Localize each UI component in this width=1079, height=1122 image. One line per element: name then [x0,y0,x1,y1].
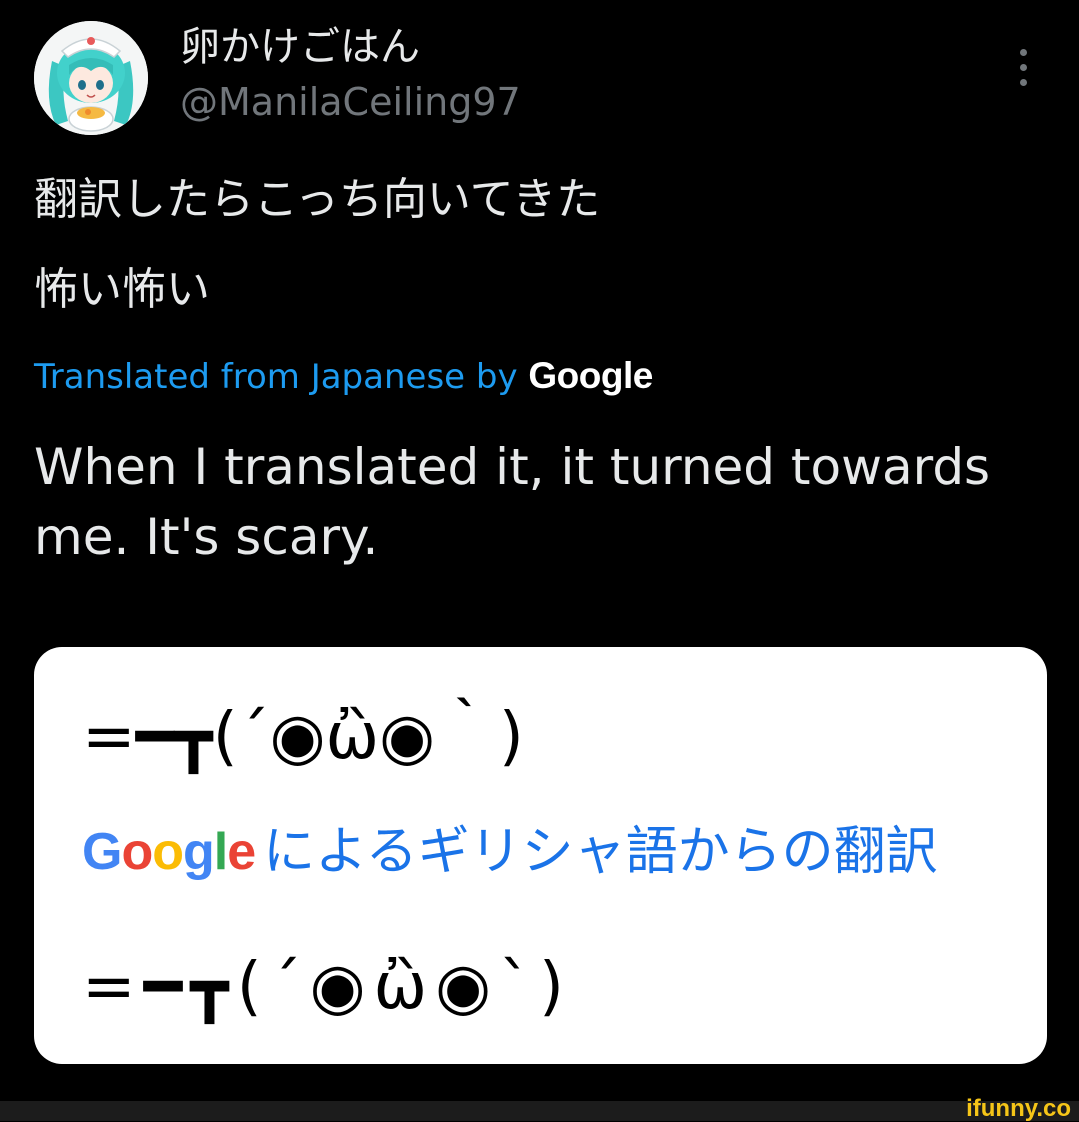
translated-from-link[interactable]: Translated from Japanese by [34,357,518,397]
anime-avatar-icon [34,21,148,135]
avatar[interactable] [34,21,148,135]
tweet-text-line: 怖い怖い [34,264,210,315]
translation-attribution[interactable]: Translated from Japanese by Google [34,352,653,401]
google-logo-letter: o [121,823,153,881]
ifunny-watermark: ifunny.co [966,1095,1071,1122]
kaomoji-original: =━┳(´◉ὢ◉｀) [82,700,524,774]
tweet-image[interactable]: =━┳(´◉ὢ◉｀) Google によるギリシャ語からの翻訳 =━┳(´◉ὢ◉`… [34,647,1047,1064]
footer-bar [0,1101,1079,1121]
more-vertical-icon [1019,48,1027,56]
more-options-button[interactable] [1008,44,1038,90]
more-vertical-icon-dot [1019,78,1027,86]
more-vertical-icon-dot [1019,63,1027,71]
google-logo-letter: G [82,823,122,881]
kaomoji-translated: =━┳(´◉ὢ◉`) [82,950,572,1024]
user-handle[interactable]: @ManilaCeiling97 [180,76,521,128]
google-translation-caption: Google によるギリシャ語からの翻訳 [82,815,938,889]
tweet-text-line: 翻訳したらこっち向いてきた [34,174,601,225]
google-logo: Google [82,823,256,881]
display-name[interactable]: 卵かけごはん [180,20,420,74]
google-logo-letter: g [182,823,215,881]
google-brand-label: Google [528,355,653,396]
google-logo-letter: l [213,823,228,881]
google-logo-letter: e [227,823,256,881]
translation-caption-text: によるギリシャ語からの翻訳 [263,822,938,882]
translated-tweet-text: When I translated it, it turned towards … [34,438,991,566]
google-logo-letter: o [152,823,184,881]
